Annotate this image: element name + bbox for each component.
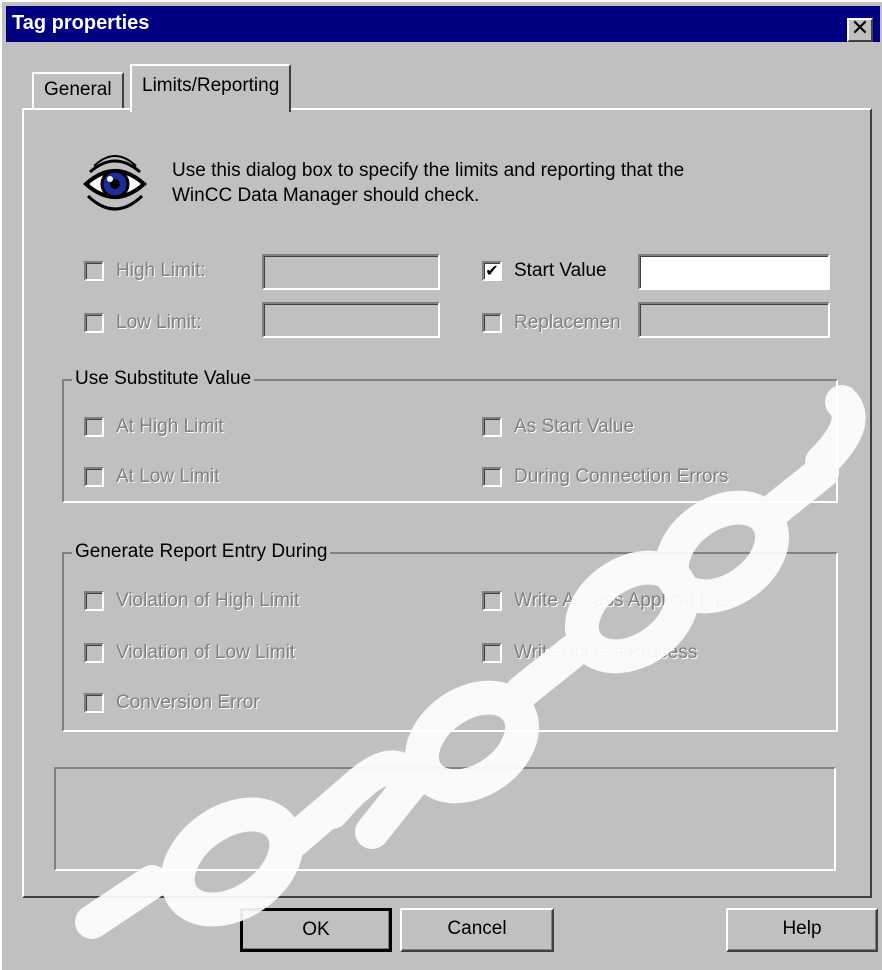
at-low-limit-label: At Low Limit xyxy=(116,466,220,487)
conversion-error-label: Conversion Error xyxy=(116,692,260,713)
write-access-process-label: Write Access Process xyxy=(514,642,698,663)
close-button[interactable]: ✕ xyxy=(847,18,873,42)
checkbox-box xyxy=(84,643,104,663)
high-limit-field[interactable] xyxy=(262,254,440,290)
high-limit-label: High Limit: xyxy=(116,260,206,281)
check-icon: ✔ xyxy=(485,261,499,280)
help-button[interactable]: Help xyxy=(726,908,878,952)
checkbox-box xyxy=(84,693,104,713)
as-start-value-checkbox[interactable]: As Start Value xyxy=(482,416,634,438)
status-box xyxy=(54,767,836,871)
eye-icon xyxy=(83,155,147,211)
violation-low-limit-checkbox[interactable]: Violation of Low Limit xyxy=(84,642,295,664)
during-connection-errors-checkbox[interactable]: During Connection Errors xyxy=(482,466,728,488)
low-limit-checkbox[interactable]: Low Limit: xyxy=(84,312,202,334)
checkbox-box xyxy=(84,467,104,487)
violation-high-limit-label: Violation of High Limit xyxy=(116,590,300,611)
start-value-field[interactable] xyxy=(638,254,830,290)
high-limit-checkbox[interactable]: High Limit: xyxy=(84,260,206,282)
substitute-value-group-title: Use Substitute Value xyxy=(72,368,255,390)
checkbox-box xyxy=(84,417,104,437)
at-high-limit-checkbox[interactable]: At High Limit xyxy=(84,416,224,438)
intro-text: Use this dialog box to specify the limit… xyxy=(172,158,792,208)
at-low-limit-checkbox[interactable]: At Low Limit xyxy=(84,466,219,488)
checkbox-box xyxy=(84,261,104,281)
ok-button[interactable]: OK xyxy=(240,908,392,952)
start-value-label: Start Value xyxy=(514,260,607,281)
conversion-error-checkbox[interactable]: Conversion Error xyxy=(84,692,260,714)
tab-general[interactable]: General xyxy=(32,72,124,110)
violation-low-limit-label: Violation of Low Limit xyxy=(116,642,296,663)
tab-limits-reporting[interactable]: Limits/Reporting xyxy=(130,64,292,112)
intro-line-2: WinCC Data Manager should check. xyxy=(172,185,480,206)
replacement-field[interactable] xyxy=(638,302,830,338)
checkbox-box xyxy=(84,313,104,333)
window-title: Tag properties xyxy=(12,12,150,34)
title-bar: Tag properties xyxy=(6,6,880,42)
during-connection-errors-label: During Connection Errors xyxy=(514,466,729,487)
intro-line-1: Use this dialog box to specify the limit… xyxy=(172,160,685,181)
as-start-value-label: As Start Value xyxy=(514,416,635,437)
checkbox-box xyxy=(482,467,502,487)
checkbox-box xyxy=(482,591,502,611)
checkbox-box: ✔ xyxy=(482,261,502,281)
low-limit-label: Low Limit: xyxy=(116,312,202,333)
checkbox-box xyxy=(482,643,502,663)
tag-properties-dialog: Tag properties ✕ General Limits/Reportin… xyxy=(0,0,882,970)
at-high-limit-label: At High Limit xyxy=(116,416,224,437)
report-entry-group-title: Generate Report Entry During xyxy=(72,541,331,563)
checkbox-box xyxy=(482,417,502,437)
replacement-checkbox[interactable]: Replacemen xyxy=(482,312,621,334)
write-access-applications-label: Write Access Applications xyxy=(514,590,731,611)
start-value-checkbox[interactable]: ✔ Start Value xyxy=(482,260,607,282)
write-access-applications-checkbox[interactable]: Write Access Applications xyxy=(482,590,730,612)
violation-high-limit-checkbox[interactable]: Violation of High Limit xyxy=(84,590,299,612)
write-access-process-checkbox[interactable]: Write Access Process xyxy=(482,642,697,664)
cancel-button[interactable]: Cancel xyxy=(400,908,554,952)
checkbox-box xyxy=(84,591,104,611)
checkbox-box xyxy=(482,313,502,333)
close-icon: ✕ xyxy=(850,16,870,41)
replacement-label: Replacemen xyxy=(514,312,621,333)
low-limit-field[interactable] xyxy=(262,302,440,338)
